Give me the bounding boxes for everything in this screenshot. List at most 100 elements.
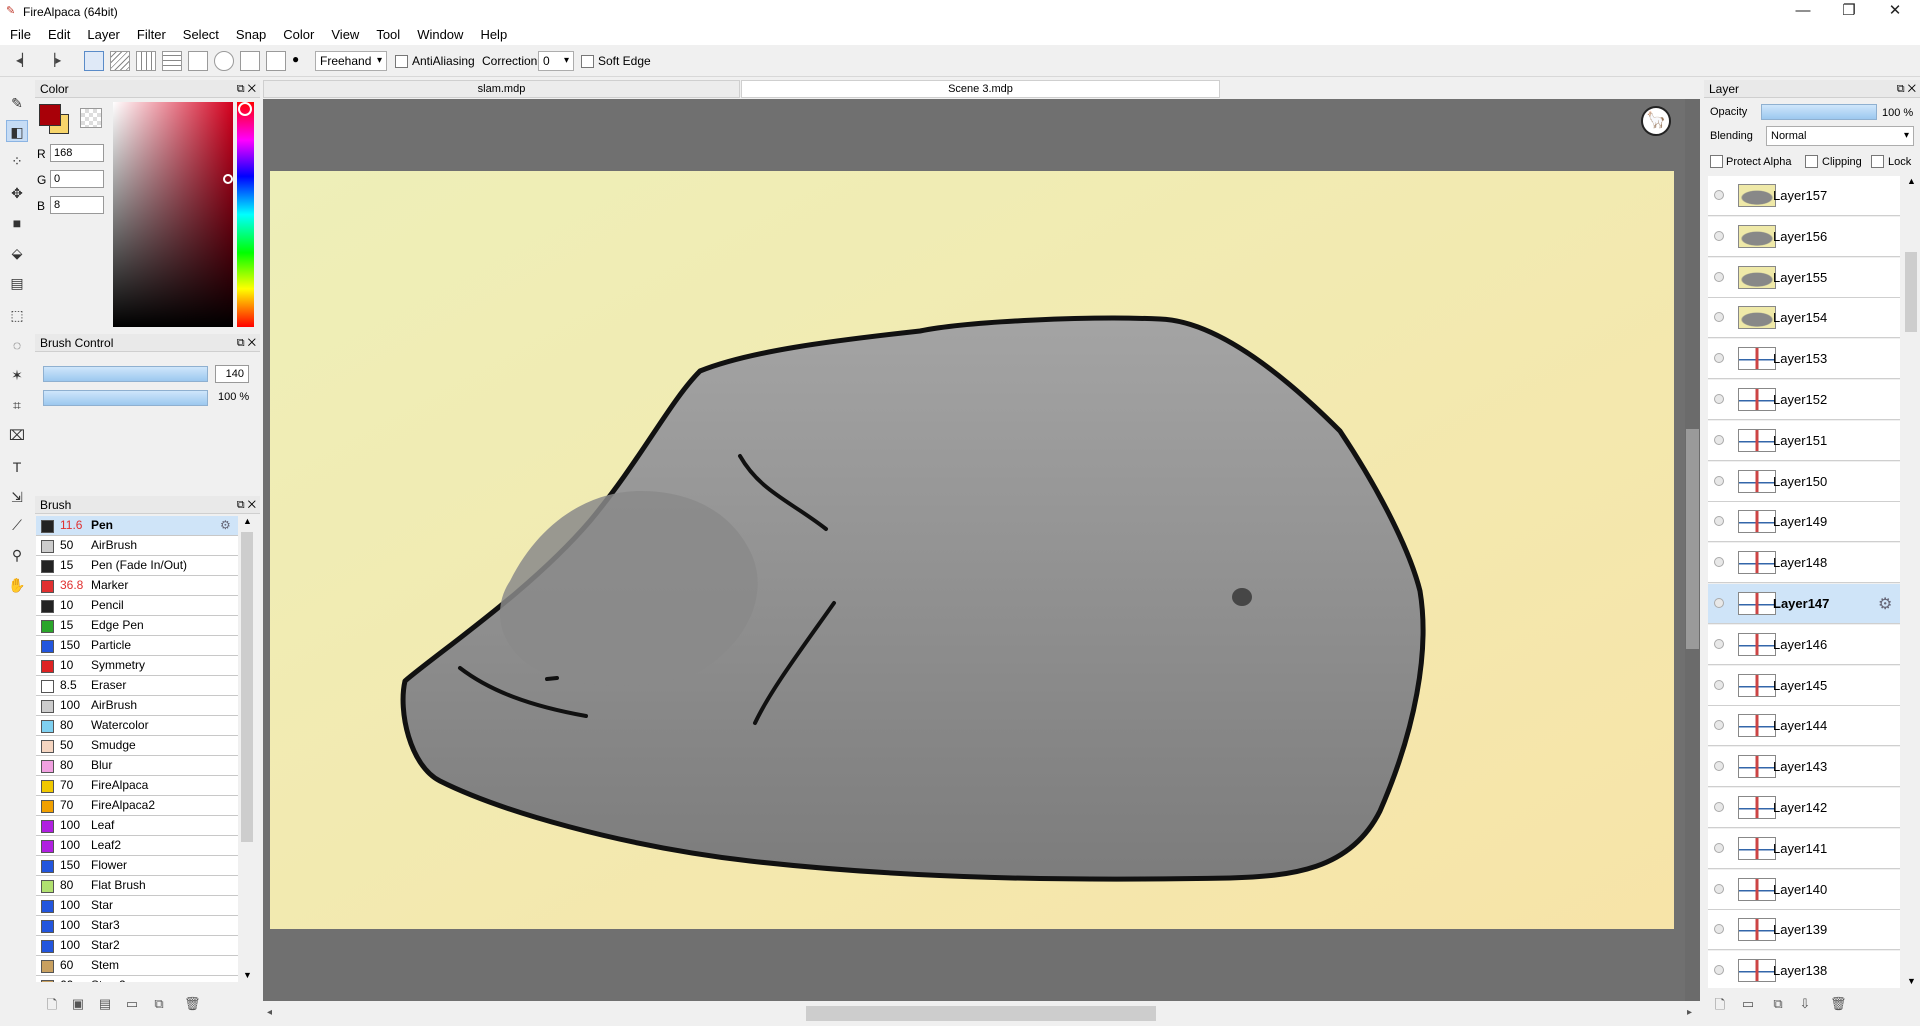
layer-row[interactable]: Layer153 bbox=[1708, 339, 1900, 380]
brush-item[interactable]: 100 Star bbox=[36, 896, 238, 916]
snap-circle-icon[interactable] bbox=[214, 51, 234, 71]
brush-item[interactable]: 36.8 Marker bbox=[36, 576, 238, 596]
b-input[interactable] bbox=[50, 196, 104, 214]
layer-row[interactable]: Layer142 bbox=[1708, 788, 1900, 828]
minimize-button[interactable]: — bbox=[1780, 0, 1826, 24]
brush-size-input[interactable]: 140 bbox=[215, 365, 249, 383]
import-brush-icon[interactable]: ▤ bbox=[97, 996, 113, 1012]
hue-slider[interactable] bbox=[237, 102, 254, 327]
scroll-up-icon[interactable]: ▲ bbox=[243, 516, 252, 526]
layer-row[interactable]: Layer150 bbox=[1708, 461, 1900, 502]
layer-row[interactable]: Layer139 bbox=[1708, 910, 1900, 951]
brush-item[interactable]: 100 Leaf bbox=[36, 816, 238, 836]
visibility-icon[interactable] bbox=[1714, 720, 1724, 731]
select-eraser-tool-icon[interactable]: ⌧ bbox=[6, 424, 28, 446]
visibility-icon[interactable] bbox=[1714, 434, 1724, 445]
visibility-icon[interactable] bbox=[1714, 230, 1724, 241]
select-tool-icon[interactable]: ⬚ bbox=[6, 304, 28, 326]
move-tool-icon[interactable]: ✥ bbox=[6, 182, 28, 204]
visibility-icon[interactable] bbox=[1714, 679, 1724, 690]
scroll-down-icon[interactable]: ▼ bbox=[1907, 976, 1916, 986]
layer-row[interactable]: Layer144 bbox=[1708, 706, 1900, 747]
panel-float-close-icons[interactable]: ⧉ ✕ bbox=[1897, 80, 1916, 98]
layer-opacity-slider[interactable] bbox=[1761, 104, 1877, 120]
select-pen-tool-icon[interactable]: ⌗ bbox=[6, 394, 28, 416]
drawing-canvas[interactable] bbox=[270, 171, 1674, 929]
hue-cursor[interactable] bbox=[238, 102, 252, 116]
delete-layer-icon[interactable]: 🗑 bbox=[1830, 996, 1847, 1012]
brush-item[interactable]: 50 AirBrush bbox=[36, 536, 238, 556]
brush-item[interactable]: 50 Smudge bbox=[36, 736, 238, 756]
layer-row[interactable]: Layer156 bbox=[1708, 216, 1900, 257]
dot-tool-icon[interactable]: ⁘ bbox=[6, 150, 28, 172]
visibility-icon[interactable] bbox=[1714, 557, 1724, 568]
tab-slam[interactable]: slam.mdp bbox=[263, 80, 740, 98]
brush-item[interactable]: 80 Watercolor bbox=[36, 716, 238, 736]
tab-scene-3[interactable]: Scene 3.mdp bbox=[741, 80, 1220, 98]
panel-float-close-icons[interactable]: ⧉ ✕ bbox=[237, 334, 256, 352]
layer-row[interactable]: Layer145 bbox=[1708, 665, 1900, 706]
menu-file[interactable]: File bbox=[10, 27, 31, 42]
brush-settings-icon[interactable]: ▣ bbox=[70, 996, 86, 1012]
panel-float-close-icons[interactable]: ⧉ ✕ bbox=[237, 80, 256, 98]
delete-brush-icon[interactable]: 🗑 bbox=[184, 996, 201, 1012]
layer-list-scrollbar[interactable]: ▲ ▼ bbox=[1904, 176, 1918, 988]
brush-item[interactable]: 70 FireAlpaca bbox=[36, 776, 238, 796]
visibility-icon[interactable] bbox=[1714, 761, 1724, 772]
vertical-scroll-thumb[interactable] bbox=[1686, 429, 1699, 649]
canvas-vertical-scrollbar[interactable] bbox=[1685, 99, 1700, 1001]
visibility-icon[interactable] bbox=[1714, 883, 1724, 894]
layer-row[interactable]: Layer143 bbox=[1708, 747, 1900, 788]
clipping-checkbox[interactable] bbox=[1805, 155, 1818, 168]
brush-item[interactable]: 100 AirBrush bbox=[36, 696, 238, 716]
folder-icon[interactable]: ▭ bbox=[124, 996, 140, 1012]
snap-lines-icon[interactable] bbox=[162, 51, 182, 71]
canvas-viewport[interactable]: 🦙 bbox=[263, 99, 1700, 1001]
layer-row[interactable]: Layer154 bbox=[1708, 298, 1900, 339]
divide-tool-icon[interactable]: ⟋ bbox=[6, 514, 28, 536]
bucket-tool-icon[interactable]: ⬙ bbox=[6, 242, 28, 264]
layer-gear-icon[interactable]: ⚙ bbox=[1878, 594, 1892, 614]
layer-row[interactable]: Layer141 bbox=[1708, 828, 1900, 869]
brush-item[interactable]: 70 FireAlpaca2 bbox=[36, 796, 238, 816]
menu-color[interactable]: Color bbox=[283, 27, 314, 42]
brush-item[interactable]: 150 Particle bbox=[36, 636, 238, 656]
visibility-icon[interactable] bbox=[1714, 802, 1724, 812]
snap-perspective-icon[interactable] bbox=[266, 51, 286, 71]
magic-wand-tool-icon[interactable]: ✶ bbox=[6, 364, 28, 386]
horizontal-scroll-thumb[interactable] bbox=[806, 1006, 1156, 1021]
visibility-icon[interactable] bbox=[1714, 598, 1724, 608]
new-brush-icon[interactable]: 🗋 bbox=[44, 996, 60, 1012]
menu-snap[interactable]: Snap bbox=[236, 27, 266, 42]
merge-layer-icon[interactable]: ⇩ bbox=[1797, 996, 1813, 1012]
transparent-color-swatch[interactable] bbox=[80, 108, 102, 128]
layer-row[interactable]: Layer140 bbox=[1708, 869, 1900, 910]
visibility-icon[interactable] bbox=[1714, 965, 1724, 976]
scroll-down-icon[interactable]: ▼ bbox=[243, 970, 252, 980]
visibility-icon[interactable] bbox=[1714, 842, 1724, 853]
scroll-thumb[interactable] bbox=[1905, 252, 1917, 332]
brush-item[interactable]: 8.5 Eraser bbox=[36, 676, 238, 696]
g-input[interactable] bbox=[50, 170, 104, 188]
brush-item[interactable]: 100 Star3 bbox=[36, 916, 238, 936]
layer-row[interactable]: Layer149 bbox=[1708, 502, 1900, 543]
protect-alpha-checkbox[interactable] bbox=[1710, 155, 1723, 168]
snap-mode-select[interactable]: Freehand bbox=[315, 51, 387, 71]
soft-edge-checkbox[interactable] bbox=[581, 55, 594, 68]
duplicate-layer-icon[interactable]: ⧉ bbox=[1770, 996, 1786, 1012]
operation-tool-icon[interactable]: ⇲ bbox=[6, 486, 28, 508]
snap-parallel-icon[interactable] bbox=[110, 51, 130, 71]
prev-icon[interactable]: ◂▏ bbox=[16, 53, 31, 67]
brush-item[interactable]: 15 Edge Pen bbox=[36, 616, 238, 636]
lasso-tool-icon[interactable]: ◌ bbox=[6, 334, 28, 356]
eyedropper-tool-icon[interactable]: ⚲ bbox=[6, 544, 28, 566]
layer-row[interactable]: Layer138 bbox=[1708, 951, 1900, 988]
duplicate-brush-icon[interactable]: ⧉ bbox=[151, 996, 167, 1012]
brush-item[interactable]: 60 Stem2 bbox=[36, 976, 238, 982]
saturation-value-picker[interactable] bbox=[113, 102, 233, 327]
gradient-tool-icon[interactable]: ▤ bbox=[6, 272, 28, 294]
scroll-right-icon[interactable]: ▸ bbox=[1687, 1007, 1692, 1018]
layer-row[interactable]: Layer151 bbox=[1708, 420, 1900, 461]
brush-item[interactable]: 15 Pen (Fade In/Out) bbox=[36, 556, 238, 576]
brush-size-slider[interactable] bbox=[43, 366, 208, 382]
